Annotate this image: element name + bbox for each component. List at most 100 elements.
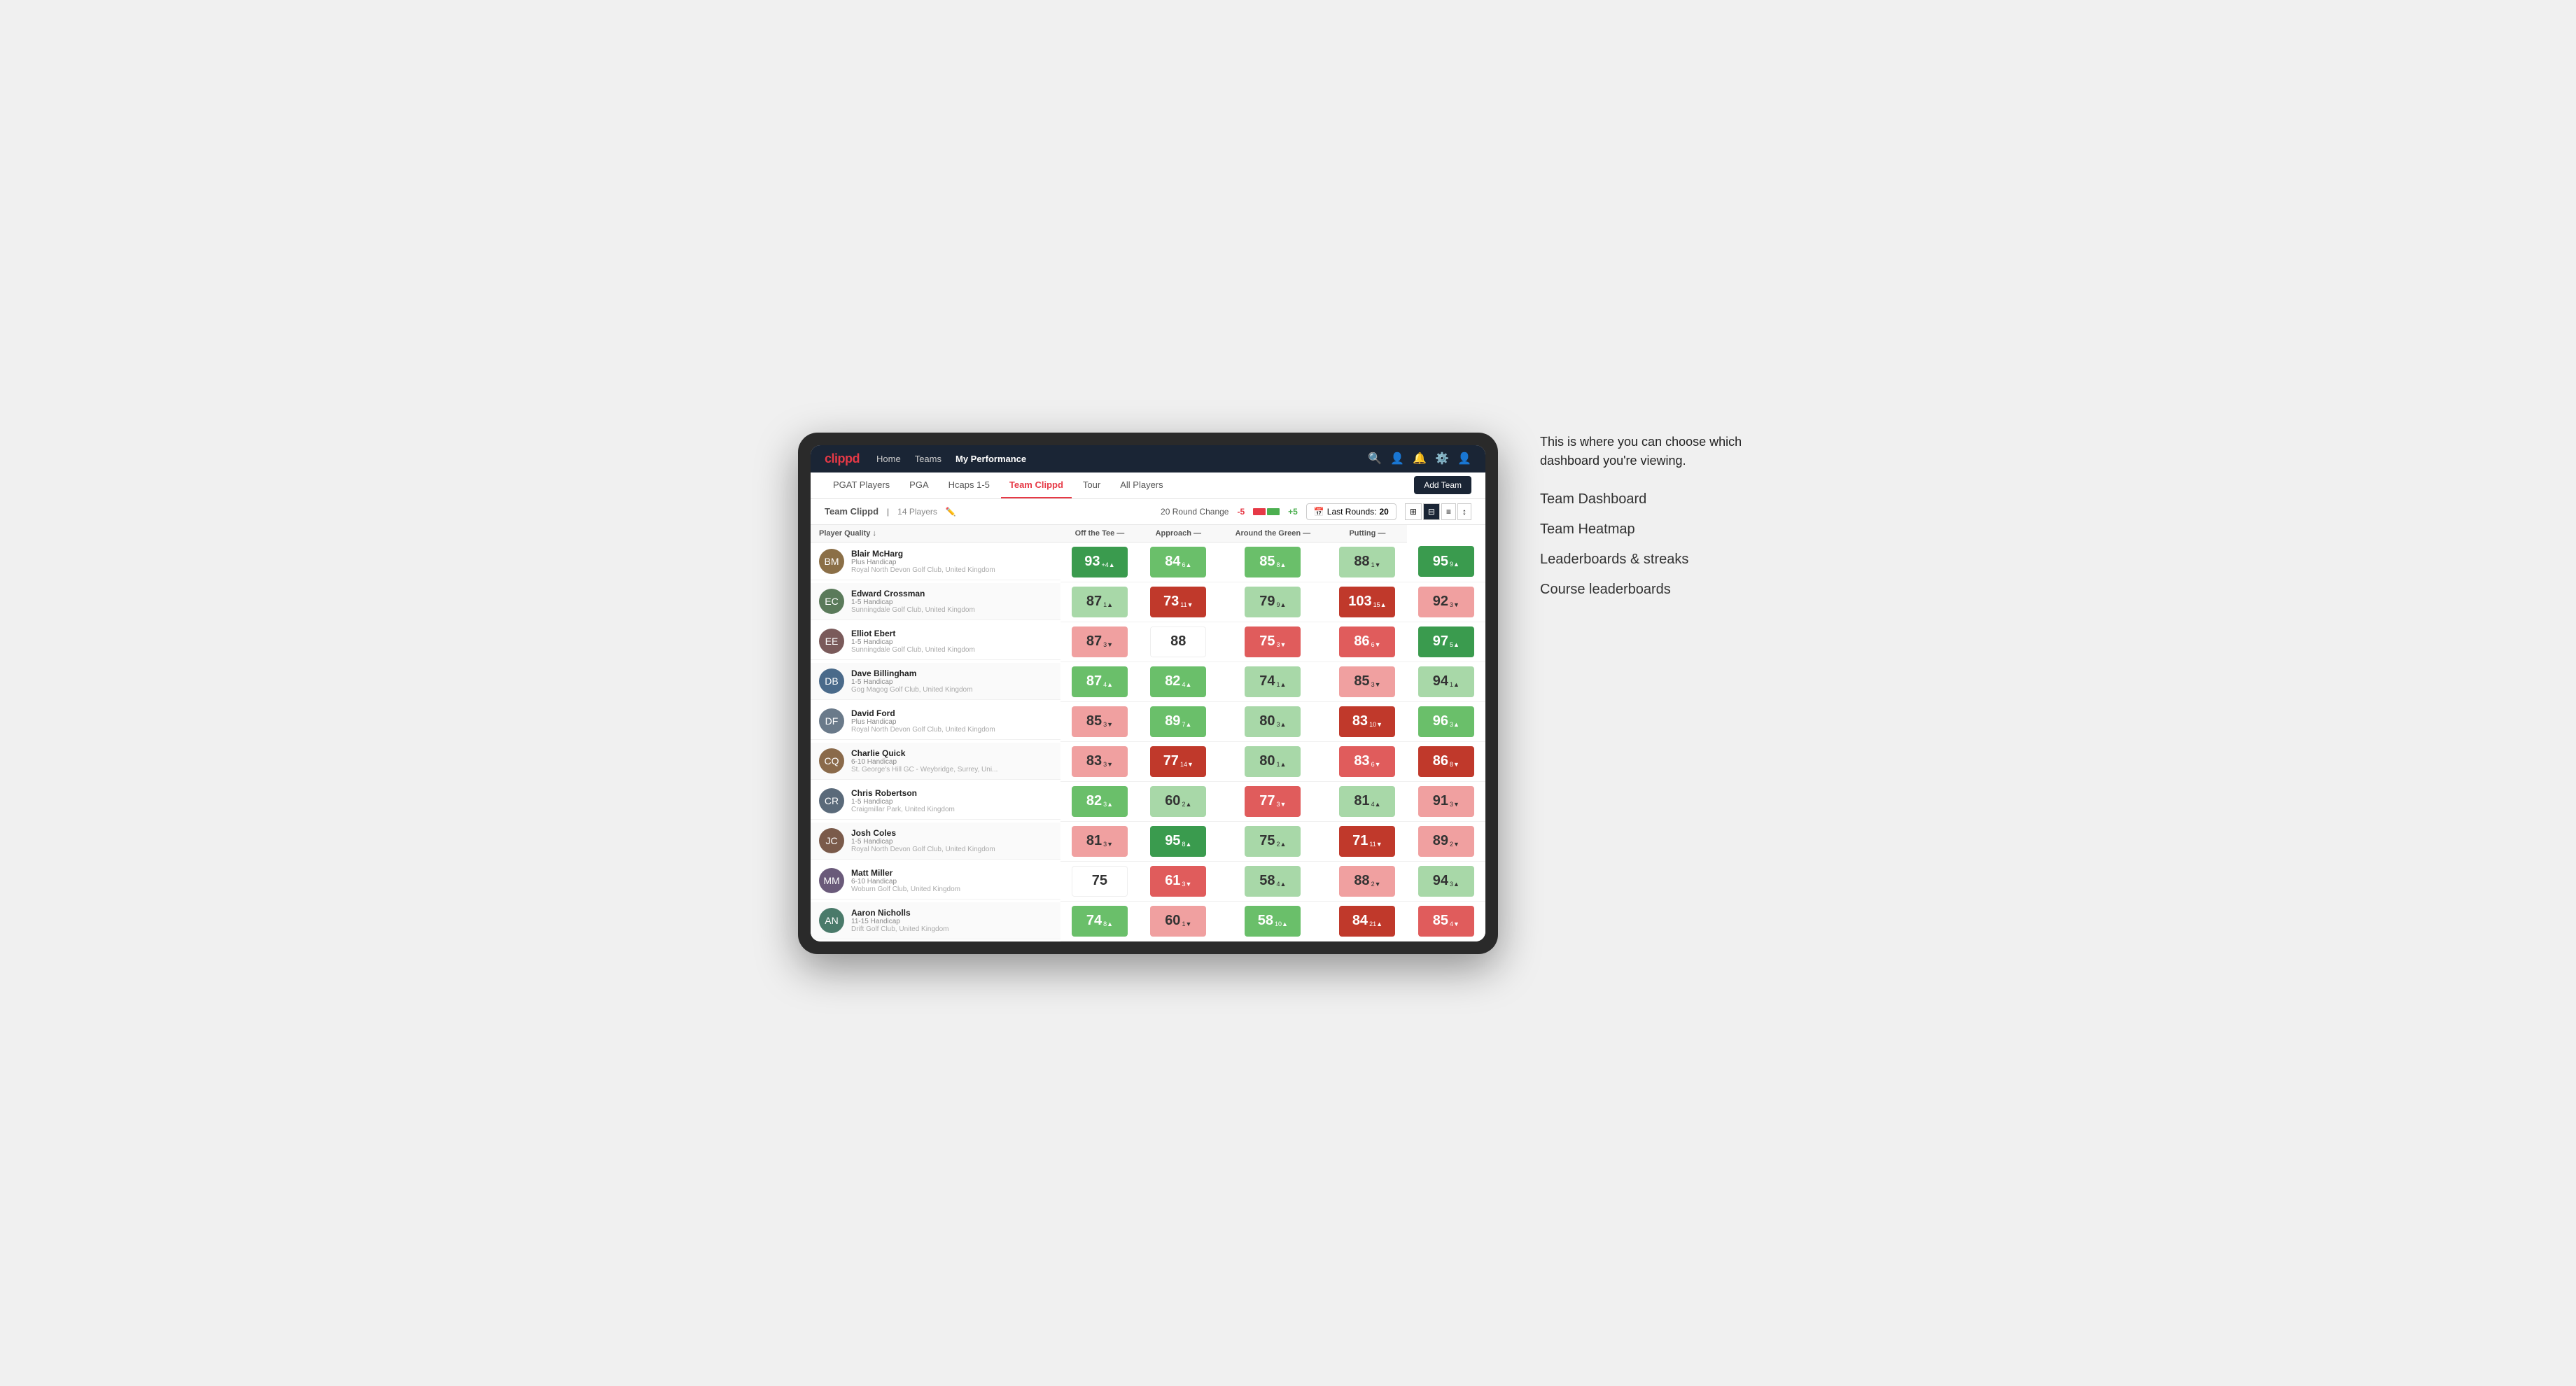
view-icons: ⊞ ⊟ ≡ ↕ xyxy=(1405,503,1471,520)
player-handicap: 11-15 Handicap xyxy=(851,918,949,925)
table-row[interactable]: BM Blair McHargPlus HandicapRoyal North D… xyxy=(811,542,1485,582)
player-handicap: 6-10 Handicap xyxy=(851,878,960,886)
table-row[interactable]: MM Matt Miller6-10 HandicapWoburn Golf Cl… xyxy=(811,861,1485,901)
score-approach: 753▼ xyxy=(1217,622,1328,662)
player-name: Elliot Ebert xyxy=(851,629,975,638)
score-off_tee: 613▼ xyxy=(1139,861,1217,901)
logo[interactable]: clippd xyxy=(825,451,860,466)
score-off_tee: 824▲ xyxy=(1139,662,1217,701)
nav-bar: clippd Home Teams My Performance 🔍 👤 🔔 ⚙… xyxy=(811,445,1485,472)
score-putting: 923▼ xyxy=(1407,582,1485,622)
table-row[interactable]: DFDavid FordPlus HandicapRoyal North Dev… xyxy=(811,701,1485,741)
score-approach: 801▲ xyxy=(1217,741,1328,781)
people-icon[interactable]: 👤 xyxy=(1390,451,1404,465)
edit-icon[interactable]: ✏️ xyxy=(946,507,956,517)
table-row[interactable]: CRChris Robertson1-5 HandicapCraigmillar… xyxy=(811,781,1485,821)
header-putting: Putting — xyxy=(1328,525,1406,542)
score-off_tee: 7311▼ xyxy=(1139,582,1217,622)
subnav-tour[interactable]: Tour xyxy=(1074,472,1109,498)
bell-icon[interactable]: 🔔 xyxy=(1413,451,1427,465)
list-view-button[interactable]: ≡ xyxy=(1441,503,1456,520)
nav-teams[interactable]: Teams xyxy=(915,451,941,467)
score-quality: 823▲ xyxy=(1060,781,1139,821)
last-rounds-button[interactable]: 📅 Last Rounds: 20 xyxy=(1306,503,1396,520)
score-off_tee: 602▲ xyxy=(1139,781,1217,821)
player-cell: DBDave Billingham1-5 HandicapGog Magog G… xyxy=(811,662,1060,701)
table-row[interactable]: DBDave Billingham1-5 HandicapGog Magog G… xyxy=(811,662,1485,701)
player-cell: BM Blair McHargPlus HandicapRoyal North D… xyxy=(811,542,1060,582)
settings-icon[interactable]: ⚙️ xyxy=(1435,451,1449,465)
player-club: Craigmillar Park, United Kingdom xyxy=(851,806,955,813)
table-row[interactable]: EEElliot Ebert1-5 HandicapSunningdale Go… xyxy=(811,622,1485,662)
table-row[interactable]: ANAaron Nicholls11-15 HandicapDrift Golf… xyxy=(811,901,1485,941)
score-approach: 5810▲ xyxy=(1217,901,1328,941)
score-quality: 853▼ xyxy=(1060,701,1139,741)
score-around_green: 882▼ xyxy=(1328,861,1406,901)
score-approach: 752▲ xyxy=(1217,821,1328,861)
header-approach: Approach — xyxy=(1139,525,1217,542)
player-handicap: 1-5 Handicap xyxy=(851,678,972,686)
avatar-icon[interactable]: 👤 xyxy=(1457,451,1471,465)
annotation-items: Team DashboardTeam HeatmapLeaderboards &… xyxy=(1540,491,1778,598)
score-approach: 741▲ xyxy=(1217,662,1328,701)
avatar: BM xyxy=(819,549,844,574)
table-view-button[interactable]: ⊟ xyxy=(1423,503,1440,520)
calendar-icon: 📅 xyxy=(1314,507,1324,517)
score-around_green: 10315▲ xyxy=(1328,582,1406,622)
ipad-frame: clippd Home Teams My Performance 🔍 👤 🔔 ⚙… xyxy=(798,433,1498,954)
sort-button[interactable]: ↕ xyxy=(1457,503,1471,520)
plus-label: +5 xyxy=(1288,507,1298,517)
score-putting: 854▼ xyxy=(1407,901,1485,941)
player-club: Gog Magog Golf Club, United Kingdom xyxy=(851,686,972,694)
subnav-all-players[interactable]: All Players xyxy=(1112,472,1171,498)
player-cell: CQCharlie Quick6-10 HandicapSt. George's… xyxy=(811,741,1060,781)
player-club: Woburn Golf Club, United Kingdom xyxy=(851,886,960,893)
nav-icons: 🔍 👤 🔔 ⚙️ 👤 xyxy=(1368,451,1471,465)
search-icon[interactable]: 🔍 xyxy=(1368,451,1382,465)
score-around_green: 7111▼ xyxy=(1328,821,1406,861)
table-row[interactable]: CQCharlie Quick6-10 HandicapSt. George's… xyxy=(811,741,1485,781)
subnav-team-clippd[interactable]: Team Clippd xyxy=(1001,472,1072,498)
round-change-label: 20 Round Change xyxy=(1161,507,1228,517)
player-cell: DFDavid FordPlus HandicapRoyal North Dev… xyxy=(811,701,1060,741)
table-row[interactable]: JCJosh Coles1-5 HandicapRoyal North Devo… xyxy=(811,821,1485,861)
player-handicap: 6-10 Handicap xyxy=(851,758,997,766)
last-rounds-label: Last Rounds: xyxy=(1327,507,1377,517)
avatar: MM xyxy=(819,868,844,893)
change-bar xyxy=(1253,508,1280,515)
subnav-hcaps[interactable]: Hcaps 1-5 xyxy=(940,472,998,498)
score-putting: 892▼ xyxy=(1407,821,1485,861)
annotation-item: Team Heatmap xyxy=(1540,522,1778,538)
player-name: Blair McHarg xyxy=(851,549,995,559)
player-handicap: 1-5 Handicap xyxy=(851,598,975,606)
outer-wrapper: clippd Home Teams My Performance 🔍 👤 🔔 ⚙… xyxy=(798,433,1778,954)
avatar: CQ xyxy=(819,748,844,774)
score-putting: 975▲ xyxy=(1407,622,1485,662)
nav-my-performance[interactable]: My Performance xyxy=(955,451,1026,467)
score-off_tee: 601▼ xyxy=(1139,901,1217,941)
separator: | xyxy=(887,507,889,517)
subnav-pga[interactable]: PGA xyxy=(901,472,937,498)
score-off_tee: 88 xyxy=(1139,622,1217,662)
header-around-green: Around the Green — xyxy=(1217,525,1328,542)
header-player: Player Quality ↓ xyxy=(811,525,1060,542)
player-handicap: Plus Handicap xyxy=(851,559,995,566)
table-row[interactable]: ECEdward Crossman1-5 HandicapSunningdale… xyxy=(811,582,1485,622)
grid-view-button[interactable]: ⊞ xyxy=(1405,503,1422,520)
score-putting: 943▲ xyxy=(1407,861,1485,901)
score-quality: 813▼ xyxy=(1060,821,1139,861)
score-approach: 773▼ xyxy=(1217,781,1328,821)
add-team-button[interactable]: Add Team xyxy=(1414,476,1471,494)
player-handicap: Plus Handicap xyxy=(851,718,995,726)
avatar: EC xyxy=(819,589,844,614)
player-name: Matt Miller xyxy=(851,868,960,878)
player-name: Dave Billingham xyxy=(851,668,972,678)
score-putting: 941▲ xyxy=(1407,662,1485,701)
subnav-pgat[interactable]: PGAT Players xyxy=(825,472,898,498)
team-name: Team Clippd xyxy=(825,506,878,517)
nav-home[interactable]: Home xyxy=(876,451,901,467)
player-club: Royal North Devon Golf Club, United King… xyxy=(851,566,995,574)
player-cell: ANAaron Nicholls11-15 HandicapDrift Golf… xyxy=(811,901,1060,941)
score-quality: 871▲ xyxy=(1060,582,1139,622)
toolbar: Team Clippd | 14 Players ✏️ 20 Round Cha… xyxy=(811,499,1485,525)
